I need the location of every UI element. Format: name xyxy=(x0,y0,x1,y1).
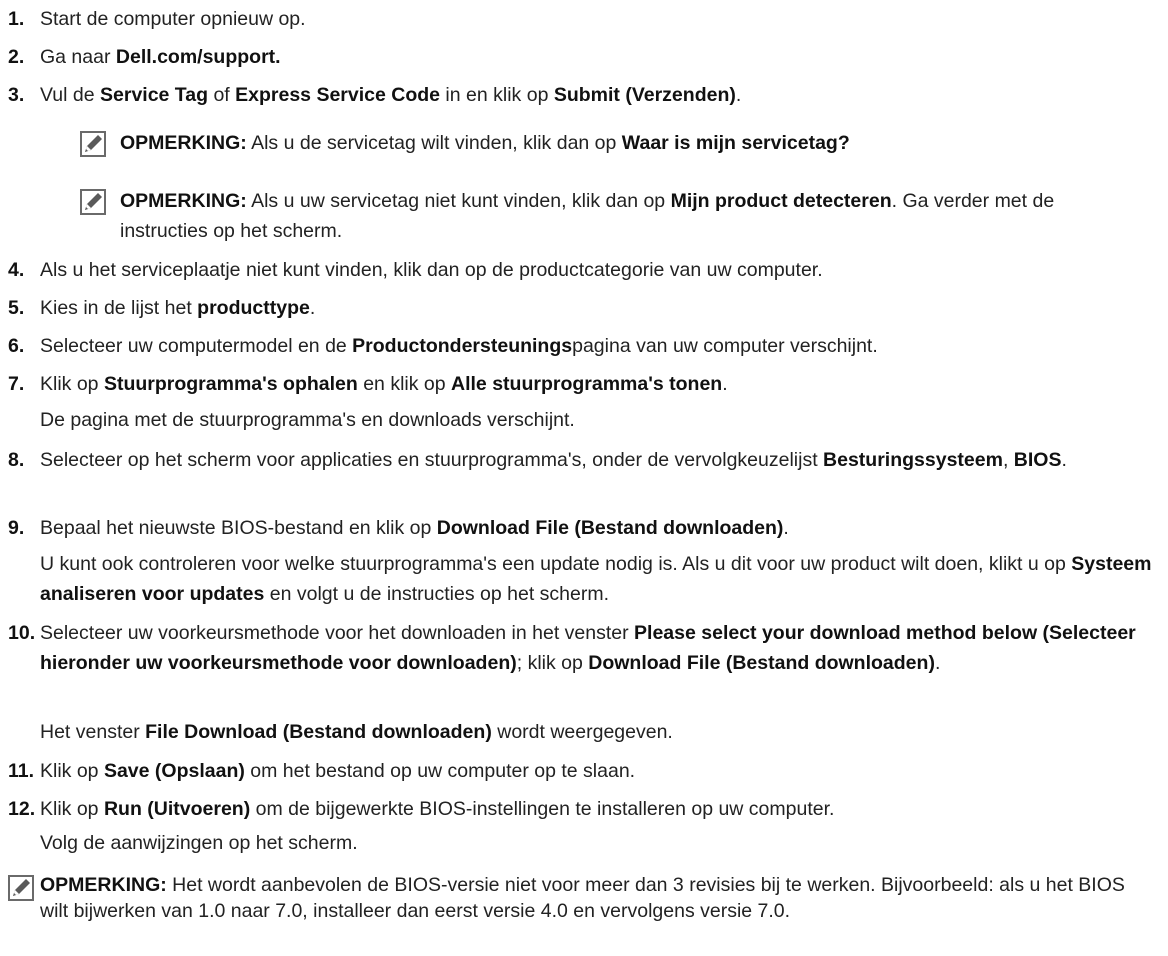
bold-text-run: Productondersteunings xyxy=(352,335,573,357)
text-run: pagina van uw computer verschijnt. xyxy=(572,335,878,357)
step-text: Klik op Run (Uitvoeren) om de bijgewerkt… xyxy=(40,794,1166,824)
note-text: OPMERKING: Als u de servicetag wilt vind… xyxy=(120,128,1130,158)
text-run: . xyxy=(783,517,789,539)
text-run: ; klik op xyxy=(516,652,589,674)
step-7-result: De pagina met de stuurprogramma's en dow… xyxy=(40,405,1166,435)
text-run: . xyxy=(735,84,742,106)
bold-text-run: Submit (Verzenden) xyxy=(553,84,736,106)
step-text: Kies in de lijst het producttype. xyxy=(40,293,1166,323)
step-number: 1. xyxy=(8,8,25,30)
text-run: en klik op xyxy=(357,373,452,395)
text-run: De pagina met de stuurprogramma's en dow… xyxy=(40,409,575,431)
bold-text-run: Stuurprogramma's ophalen xyxy=(103,373,358,395)
step-text: Selecteer op het scherm voor applicaties… xyxy=(40,445,1130,475)
step-text: Vul de Service Tag of Express Service Co… xyxy=(40,80,1166,110)
bold-text-run: Download File (Bestand downloaden) xyxy=(588,652,935,674)
text-run: in en klik op xyxy=(440,84,554,106)
step-number: 8. xyxy=(8,449,25,471)
text-run: U kunt ook controleren voor welke stuurp… xyxy=(40,553,1072,575)
text-run: Volg de aanwijzingen op het scherm. xyxy=(40,832,358,854)
bold-text-run: Alle stuurprogramma's tonen xyxy=(451,373,723,395)
text-run: wordt weergegeven. xyxy=(491,721,673,743)
text-run: Ga naar xyxy=(40,46,116,68)
step-text: Start de computer opnieuw op. xyxy=(40,4,1166,34)
step-text: Bepaal het nieuwste BIOS-bestand en klik… xyxy=(40,513,1166,543)
step-number: 11. xyxy=(8,760,35,782)
text-run: Vul de xyxy=(40,84,100,106)
step-number: 9. xyxy=(8,517,25,539)
bold-text-run: Save (Opslaan) xyxy=(103,760,245,782)
text-run: Kies in de lijst het xyxy=(40,297,198,319)
text-run: Het wordt aanbevolen de BIOS-versie niet… xyxy=(40,874,1125,922)
text-run: Selecteer op het scherm voor applicaties… xyxy=(40,449,824,471)
bold-text-run: Besturingssysteem xyxy=(823,449,1003,471)
text-run: . xyxy=(934,652,941,674)
step-9-alternative: U kunt ook controleren voor welke stuurp… xyxy=(40,549,1166,609)
bold-text-run: producttype xyxy=(197,297,310,319)
text-run: Als u de servicetag wilt vinden, klik da… xyxy=(246,132,622,154)
step-text: Als u het serviceplaatje niet kunt vinde… xyxy=(40,255,1166,285)
text-run: Klik op xyxy=(40,798,104,820)
bold-text-run: OPMERKING: xyxy=(120,190,247,212)
text-run: Selecteer uw computermodel en de xyxy=(40,335,353,357)
text-run: Klik op xyxy=(40,373,104,395)
text-run: Het venster xyxy=(40,721,146,743)
text-run: of xyxy=(208,84,236,106)
step-number: 4. xyxy=(8,259,25,281)
bold-text-run: BIOS xyxy=(1013,449,1062,471)
text-run: , xyxy=(1002,449,1014,471)
step-number: 2. xyxy=(8,46,25,68)
step-12-followup: Volg de aanwijzingen op het scherm. xyxy=(40,828,1166,858)
text-run: om de bijgewerkte BIOS-instellingen te i… xyxy=(250,798,835,820)
pencil-note-icon xyxy=(80,189,106,215)
bold-text-run: OPMERKING: xyxy=(40,874,167,896)
bold-text-run: OPMERKING: xyxy=(120,132,247,154)
bold-text-run: File Download (Bestand downloaden) xyxy=(145,721,492,743)
text-run: Als u uw servicetag niet kunt vinden, kl… xyxy=(246,190,671,212)
bold-text-run: Waar is mijn servicetag? xyxy=(621,132,850,154)
step-number: 7. xyxy=(8,373,25,395)
pencil-note-icon xyxy=(8,875,34,901)
note-text: OPMERKING: Als u uw servicetag niet kunt… xyxy=(120,186,1130,246)
text-run: en volgt u de instructies op het scherm. xyxy=(264,583,610,605)
step-number: 10. xyxy=(8,622,36,644)
bold-text-run: Express Service Code xyxy=(235,84,441,106)
pencil-note-icon xyxy=(80,131,106,157)
step-text: Selecteer uw voorkeursmethode voor het d… xyxy=(40,618,1165,678)
step-10-result: Het venster File Download (Bestand downl… xyxy=(40,717,1166,747)
bold-text-run: Run (Uitvoeren) xyxy=(103,798,251,820)
bold-text-run: Download File (Bestand downloaden) xyxy=(436,517,784,539)
step-text: Selecteer uw computermodel en de Product… xyxy=(40,331,1166,361)
step-text: Ga naar Dell.com/support. xyxy=(40,42,1166,72)
bold-text-run: Service Tag xyxy=(100,84,209,106)
text-run: . xyxy=(1061,449,1067,471)
text-run: . xyxy=(309,297,316,319)
text-run: Als u het serviceplaatje niet kunt vinde… xyxy=(40,259,823,281)
note-text: OPMERKING: Het wordt aanbevolen de BIOS-… xyxy=(40,872,1140,924)
text-run: Selecteer uw voorkeursmethode voor het d… xyxy=(40,622,635,644)
bold-text-run: Dell.com/support. xyxy=(115,46,281,68)
step-text: Klik op Stuurprogramma's ophalen en klik… xyxy=(40,369,1166,399)
step-number: 5. xyxy=(8,297,25,319)
text-run: Bepaal het nieuwste BIOS-bestand en klik… xyxy=(40,517,437,539)
step-text: Klik op Save (Opslaan) om het bestand op… xyxy=(40,756,1166,786)
text-run: Start de computer opnieuw op. xyxy=(40,8,306,30)
step-number: 3. xyxy=(8,84,25,106)
text-run: Klik op xyxy=(40,760,104,782)
bold-text-run: Mijn product detecteren xyxy=(670,190,892,212)
step-number: 6. xyxy=(8,335,25,357)
text-run: . xyxy=(722,373,728,395)
document-page: 1. Start de computer opnieuw op. 2. Ga n… xyxy=(0,0,1168,956)
text-run: om het bestand op uw computer op te slaa… xyxy=(244,760,636,782)
step-number: 12. xyxy=(8,798,36,820)
